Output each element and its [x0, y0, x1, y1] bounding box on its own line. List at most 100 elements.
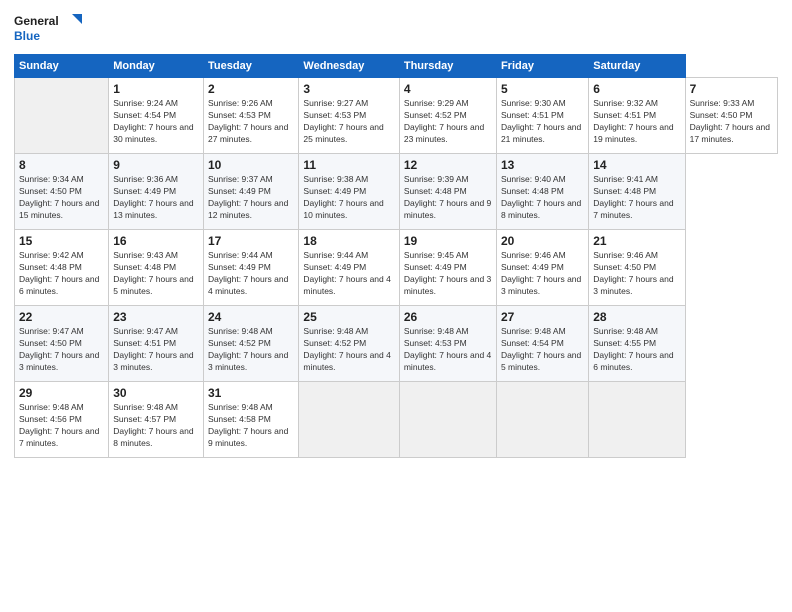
day-cell-16: 16 Sunrise: 9:43 AMSunset: 4:48 PMDayligh…: [109, 230, 204, 306]
day-number: 19: [404, 234, 492, 248]
day-info: Sunrise: 9:48 AMSunset: 4:56 PMDaylight:…: [19, 402, 104, 450]
header-wednesday: Wednesday: [299, 55, 399, 78]
day-info: Sunrise: 9:26 AMSunset: 4:53 PMDaylight:…: [208, 98, 294, 146]
day-number: 5: [501, 82, 584, 96]
svg-text:General: General: [14, 14, 59, 28]
day-number: 3: [303, 82, 394, 96]
day-info: Sunrise: 9:42 AMSunset: 4:48 PMDaylight:…: [19, 250, 104, 298]
header-thursday: Thursday: [399, 55, 496, 78]
day-cell-21: 21 Sunrise: 9:46 AMSunset: 4:50 PMDayligh…: [589, 230, 685, 306]
day-number: 12: [404, 158, 492, 172]
day-info: Sunrise: 9:43 AMSunset: 4:48 PMDaylight:…: [113, 250, 199, 298]
day-info: Sunrise: 9:41 AMSunset: 4:48 PMDaylight:…: [593, 174, 680, 222]
empty-cell: [496, 382, 588, 458]
day-info: Sunrise: 9:45 AMSunset: 4:49 PMDaylight:…: [404, 250, 492, 298]
calendar-week-row: 1 Sunrise: 9:24 AMSunset: 4:54 PMDaylight…: [15, 78, 778, 154]
day-number: 7: [690, 82, 773, 96]
day-info: Sunrise: 9:46 AMSunset: 4:49 PMDaylight:…: [501, 250, 584, 298]
day-cell-23: 23Sunrise: 9:47 AMSunset: 4:51 PMDayligh…: [109, 306, 204, 382]
day-cell-26: 26 Sunrise: 9:48 AMSunset: 4:53 PMDayligh…: [399, 306, 496, 382]
header-saturday: Saturday: [589, 55, 685, 78]
day-cell-3: 3 Sunrise: 9:27 AMSunset: 4:53 PMDaylight…: [299, 78, 399, 154]
day-info: Sunrise: 9:48 AMSunset: 4:52 PMDaylight:…: [208, 326, 294, 374]
day-number: 24: [208, 310, 294, 324]
day-info: Sunrise: 9:48 AMSunset: 4:52 PMDaylight:…: [303, 326, 394, 374]
day-cell-10: 10 Sunrise: 9:37 AMSunset: 4:49 PMDayligh…: [204, 154, 299, 230]
day-number: 18: [303, 234, 394, 248]
day-info: Sunrise: 9:34 AMSunset: 4:50 PMDaylight:…: [19, 174, 104, 222]
day-number: 11: [303, 158, 394, 172]
day-number: 17: [208, 234, 294, 248]
day-number: 9: [113, 158, 199, 172]
calendar-header-row: SundayMondayTuesdayWednesdayThursdayFrid…: [15, 55, 778, 78]
header: General Blue: [14, 12, 778, 44]
day-info: Sunrise: 9:39 AMSunset: 4:48 PMDaylight:…: [404, 174, 492, 222]
day-cell-4: 4Sunrise: 9:29 AMSunset: 4:52 PMDaylight…: [399, 78, 496, 154]
day-info: Sunrise: 9:40 AMSunset: 4:48 PMDaylight:…: [501, 174, 584, 222]
empty-cell: [589, 382, 685, 458]
day-cell-13: 13Sunrise: 9:40 AMSunset: 4:48 PMDayligh…: [496, 154, 588, 230]
day-info: Sunrise: 9:36 AMSunset: 4:49 PMDaylight:…: [113, 174, 199, 222]
day-info: Sunrise: 9:44 AMSunset: 4:49 PMDaylight:…: [208, 250, 294, 298]
day-info: Sunrise: 9:37 AMSunset: 4:49 PMDaylight:…: [208, 174, 294, 222]
day-number: 8: [19, 158, 104, 172]
day-info: Sunrise: 9:30 AMSunset: 4:51 PMDaylight:…: [501, 98, 584, 146]
header-sunday: Sunday: [15, 55, 109, 78]
day-cell-28: 28Sunrise: 9:48 AMSunset: 4:55 PMDayligh…: [589, 306, 685, 382]
calendar-week-row: 15Sunrise: 9:42 AMSunset: 4:48 PMDayligh…: [15, 230, 778, 306]
logo: General Blue: [14, 12, 84, 44]
day-cell-30: 30Sunrise: 9:48 AMSunset: 4:57 PMDayligh…: [109, 382, 204, 458]
empty-cell: [299, 382, 399, 458]
day-info: Sunrise: 9:33 AMSunset: 4:50 PMDaylight:…: [690, 98, 773, 146]
day-number: 22: [19, 310, 104, 324]
calendar-week-row: 29 Sunrise: 9:48 AMSunset: 4:56 PMDayligh…: [15, 382, 778, 458]
day-cell-24: 24 Sunrise: 9:48 AMSunset: 4:52 PMDayligh…: [204, 306, 299, 382]
day-cell-2: 2 Sunrise: 9:26 AMSunset: 4:53 PMDaylight…: [204, 78, 299, 154]
day-number: 29: [19, 386, 104, 400]
day-number: 25: [303, 310, 394, 324]
day-info: Sunrise: 9:44 AMSunset: 4:49 PMDaylight:…: [303, 250, 394, 298]
day-cell-15: 15Sunrise: 9:42 AMSunset: 4:48 PMDayligh…: [15, 230, 109, 306]
day-cell-31: 31 Sunrise: 9:48 AMSunset: 4:58 PMDayligh…: [204, 382, 299, 458]
day-info: Sunrise: 9:27 AMSunset: 4:53 PMDaylight:…: [303, 98, 394, 146]
day-info: Sunrise: 9:47 AMSunset: 4:50 PMDaylight:…: [19, 326, 104, 374]
header-friday: Friday: [496, 55, 588, 78]
day-cell-1: 1 Sunrise: 9:24 AMSunset: 4:54 PMDaylight…: [109, 78, 204, 154]
empty-cell: [399, 382, 496, 458]
day-number: 16: [113, 234, 199, 248]
day-number: 1: [113, 82, 199, 96]
day-cell-22: 22 Sunrise: 9:47 AMSunset: 4:50 PMDayligh…: [15, 306, 109, 382]
day-number: 10: [208, 158, 294, 172]
day-cell-6: 6 Sunrise: 9:32 AMSunset: 4:51 PMDaylight…: [589, 78, 685, 154]
day-cell-27: 27 Sunrise: 9:48 AMSunset: 4:54 PMDayligh…: [496, 306, 588, 382]
header-monday: Monday: [109, 55, 204, 78]
day-number: 27: [501, 310, 584, 324]
logo-svg: General Blue: [14, 12, 84, 44]
day-info: Sunrise: 9:29 AMSunset: 4:52 PMDaylight:…: [404, 98, 492, 146]
day-cell-29: 29 Sunrise: 9:48 AMSunset: 4:56 PMDayligh…: [15, 382, 109, 458]
calendar-week-row: 8 Sunrise: 9:34 AMSunset: 4:50 PMDaylight…: [15, 154, 778, 230]
day-cell-5: 5 Sunrise: 9:30 AMSunset: 4:51 PMDaylight…: [496, 78, 588, 154]
day-info: Sunrise: 9:46 AMSunset: 4:50 PMDaylight:…: [593, 250, 680, 298]
empty-cell: [15, 78, 109, 154]
day-cell-9: 9 Sunrise: 9:36 AMSunset: 4:49 PMDaylight…: [109, 154, 204, 230]
day-number: 31: [208, 386, 294, 400]
day-cell-20: 20 Sunrise: 9:46 AMSunset: 4:49 PMDayligh…: [496, 230, 588, 306]
day-cell-12: 12 Sunrise: 9:39 AMSunset: 4:48 PMDayligh…: [399, 154, 496, 230]
svg-text:Blue: Blue: [14, 29, 40, 43]
day-info: Sunrise: 9:48 AMSunset: 4:58 PMDaylight:…: [208, 402, 294, 450]
day-info: Sunrise: 9:47 AMSunset: 4:51 PMDaylight:…: [113, 326, 199, 374]
day-info: Sunrise: 9:48 AMSunset: 4:53 PMDaylight:…: [404, 326, 492, 374]
day-info: Sunrise: 9:32 AMSunset: 4:51 PMDaylight:…: [593, 98, 680, 146]
day-cell-8: 8 Sunrise: 9:34 AMSunset: 4:50 PMDaylight…: [15, 154, 109, 230]
day-info: Sunrise: 9:48 AMSunset: 4:57 PMDaylight:…: [113, 402, 199, 450]
day-number: 21: [593, 234, 680, 248]
header-tuesday: Tuesday: [204, 55, 299, 78]
day-number: 26: [404, 310, 492, 324]
day-number: 2: [208, 82, 294, 96]
calendar-table: SundayMondayTuesdayWednesdayThursdayFrid…: [14, 54, 778, 458]
day-number: 6: [593, 82, 680, 96]
day-number: 20: [501, 234, 584, 248]
day-info: Sunrise: 9:24 AMSunset: 4:54 PMDaylight:…: [113, 98, 199, 146]
day-info: Sunrise: 9:48 AMSunset: 4:54 PMDaylight:…: [501, 326, 584, 374]
